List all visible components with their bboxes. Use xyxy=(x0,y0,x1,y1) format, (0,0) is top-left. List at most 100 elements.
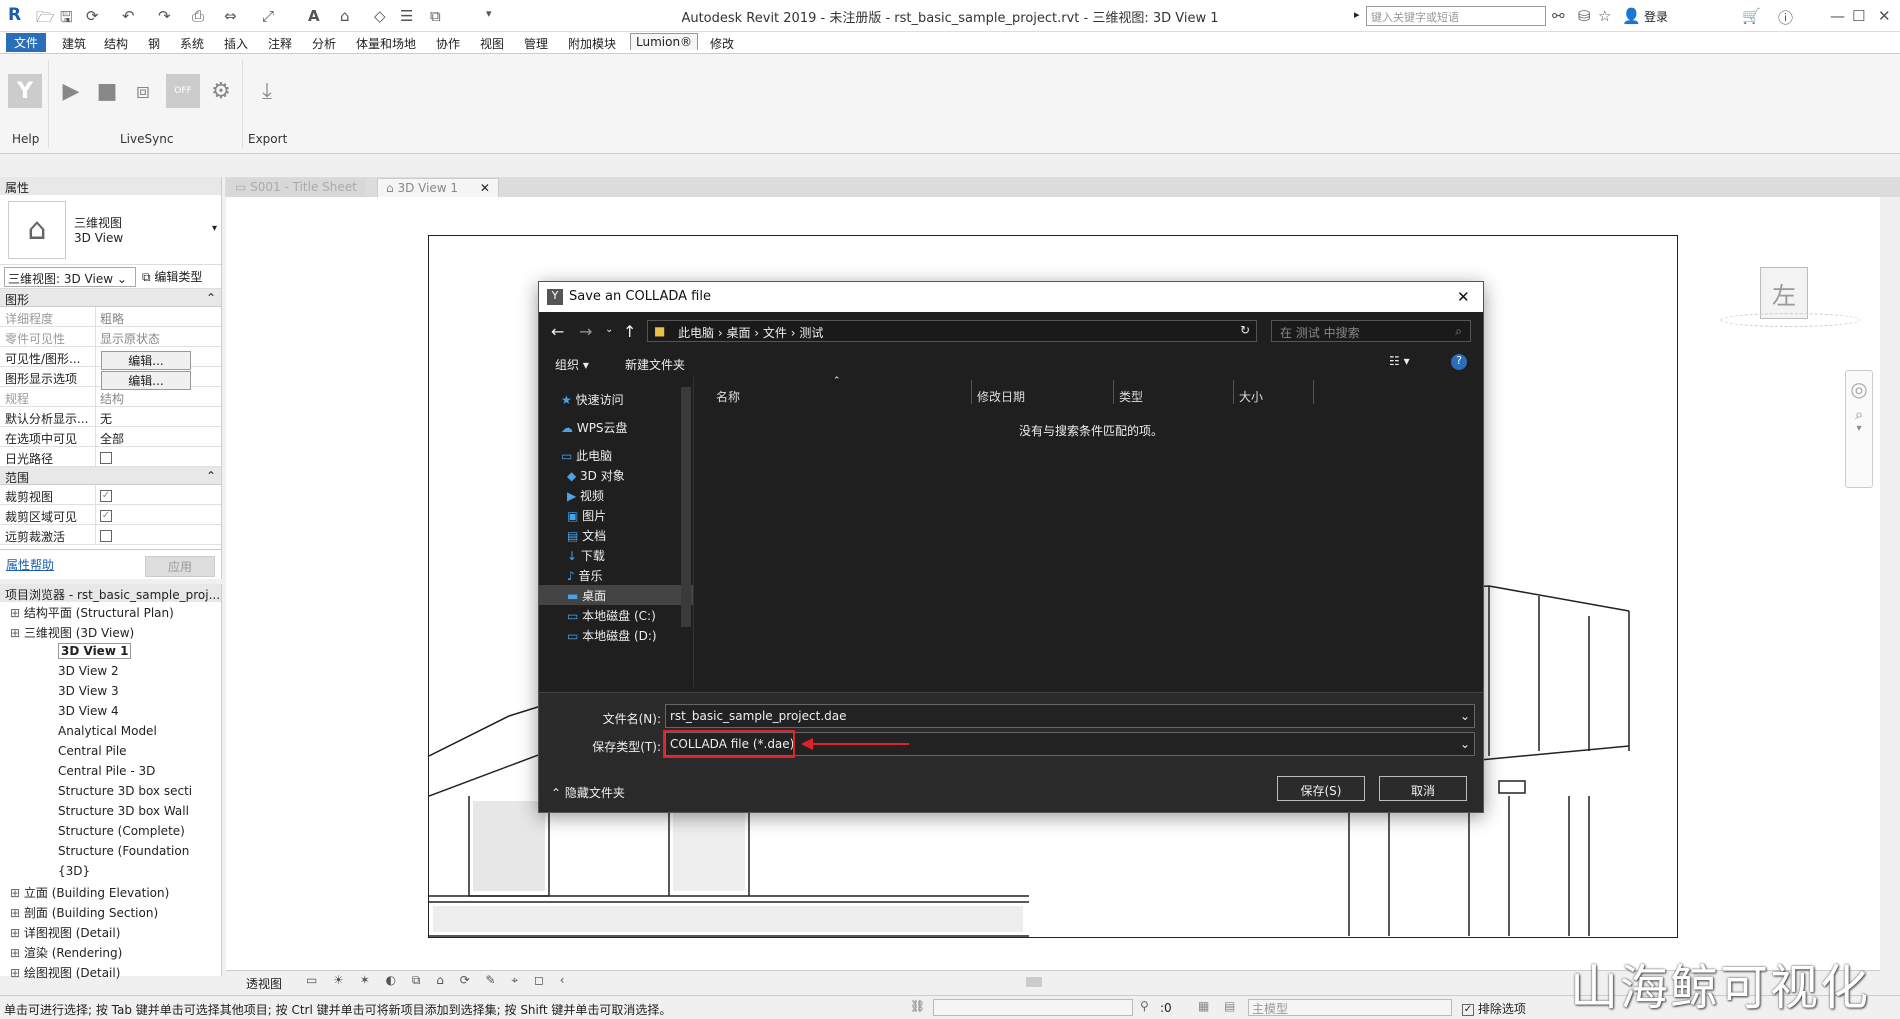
tab-steel[interactable]: 钢 xyxy=(148,35,160,52)
view-mode-label[interactable]: 透视图 xyxy=(246,975,282,992)
favorites-star-icon[interactable]: ☆ xyxy=(1598,7,1611,25)
view-cube[interactable]: 左 xyxy=(1720,265,1860,327)
expand-icon[interactable]: ⊞ xyxy=(10,966,24,980)
property-row[interactable]: 图形显示选项 编辑... xyxy=(0,367,221,390)
tree-node[interactable]: Central Pile xyxy=(4,742,221,762)
cancel-button[interactable]: 取消 xyxy=(1379,776,1467,801)
tree-node[interactable]: Analytical Model xyxy=(4,722,221,742)
crumb-this-pc[interactable]: 此电脑 xyxy=(678,326,714,340)
tab-lumion[interactable]: Lumion® xyxy=(630,33,699,50)
chevron-down-icon[interactable]: ⌄ xyxy=(1460,737,1470,751)
apply-button[interactable]: 应用 xyxy=(144,556,215,577)
tree-node[interactable]: 3D View 1 xyxy=(4,642,221,662)
property-checkbox[interactable]: ✓ xyxy=(96,485,221,504)
nav-item[interactable]: ☁ WPS云盘 xyxy=(539,417,693,437)
steering-wheel-icon[interactable]: ◎ xyxy=(1846,377,1872,401)
nav-item[interactable]: ▣ 图片 xyxy=(539,505,693,525)
checkbox-checked[interactable]: ✓ xyxy=(1462,1003,1474,1016)
tree-node[interactable]: ⊞ 结构平面 (Structural Plan) xyxy=(4,602,221,622)
design-option-icon[interactable]: ▦ xyxy=(1198,999,1209,1013)
settings-gear-icon[interactable]: ⚙ xyxy=(204,74,238,108)
column-modified[interactable]: 修改日期 xyxy=(977,388,1025,405)
workset-icon[interactable]: ⛓ xyxy=(910,999,925,1013)
expand-icon[interactable]: ⊞ xyxy=(10,906,24,920)
collapse-icon[interactable]: ⌃ xyxy=(206,291,216,305)
nav-item[interactable]: ◆ 3D 对象 xyxy=(539,465,693,485)
instance-selector[interactable]: 三维视图: 3D View ⌄ xyxy=(4,266,136,287)
property-row[interactable]: 零件可见性 显示原状态 xyxy=(0,327,221,347)
tree-node[interactable]: ⊞ 渲染 (Rendering) xyxy=(4,942,221,962)
close-tab-icon[interactable]: ✕ xyxy=(480,181,490,195)
tree-node[interactable]: 3D View 2 xyxy=(4,662,221,682)
tab-title-sheet[interactable]: ▭ S001 - Title Sheet xyxy=(227,178,365,197)
workset-selector[interactable] xyxy=(933,999,1133,1016)
tab-file[interactable]: 文件 xyxy=(6,33,47,52)
crumb-files[interactable]: 文件 xyxy=(763,326,787,340)
close-dialog-icon[interactable]: ✕ xyxy=(1457,288,1470,306)
nav-item[interactable]: ▭ 本地磁盘 (D:) xyxy=(539,625,693,645)
tree-node[interactable]: 3D View 4 xyxy=(4,702,221,722)
crumb-desktop[interactable]: 桌面 xyxy=(726,326,750,340)
tree-node[interactable]: ⊞ 详图视图 (Detail) xyxy=(4,922,221,942)
tab-structure[interactable]: 结构 xyxy=(104,35,128,52)
nav-item[interactable]: ▶ 视频 xyxy=(539,485,693,505)
type-selector[interactable]: ⌂ 三维视图 3D View ▾ xyxy=(0,195,221,265)
stop-icon[interactable]: ■ xyxy=(90,74,124,108)
view-cube-compass[interactable] xyxy=(1720,313,1860,327)
nav-item[interactable]: ★ 快速访问 xyxy=(539,389,693,409)
tab-annotate[interactable]: 注释 xyxy=(268,35,292,52)
tab-modify[interactable]: 修改 xyxy=(710,35,734,52)
tree-node[interactable]: Structure (Foundation xyxy=(4,842,221,862)
property-row[interactable]: 日光路径 xyxy=(0,447,221,467)
tree-node[interactable]: ⊞ 三维视图 (3D View) xyxy=(4,622,221,642)
editing-request-icon[interactable]: ▤ xyxy=(1224,999,1235,1013)
tab-manage[interactable]: 管理 xyxy=(524,35,548,52)
tree-node[interactable]: 3D View 3 xyxy=(4,682,221,702)
zoom-icon[interactable]: ⌕ xyxy=(1846,407,1872,423)
tab-analyze[interactable]: 分析 xyxy=(312,35,336,52)
view-cube-face[interactable]: 左 xyxy=(1760,267,1808,319)
maximize-icon[interactable]: ☐ xyxy=(1852,7,1865,25)
horizontal-scrollbar[interactable] xyxy=(1026,977,1042,987)
property-checkbox[interactable]: ✓ xyxy=(96,505,221,524)
refresh-icon[interactable]: ↻ xyxy=(1240,323,1250,337)
crumb-test[interactable]: 测试 xyxy=(799,326,823,340)
login-link[interactable]: 登录 xyxy=(1644,8,1668,25)
checkbox[interactable] xyxy=(100,451,112,464)
nav-item[interactable]: ♪ 音乐 xyxy=(539,565,693,585)
expand-icon[interactable]: ⊞ xyxy=(10,926,24,940)
chevron-right-icon[interactable]: ▸ xyxy=(1354,8,1360,21)
expand-icon[interactable]: ⊞ xyxy=(10,606,24,620)
exclude-options-checkbox[interactable]: ✓ 排除选项 xyxy=(1462,1000,1526,1017)
section-graphics[interactable]: 图形 ⌃ xyxy=(0,289,221,307)
tree-node[interactable]: Structure 3D box secti xyxy=(4,782,221,802)
export-icon[interactable]: ⤓ xyxy=(250,74,284,108)
checkbox[interactable] xyxy=(100,529,112,542)
back-icon[interactable]: ← xyxy=(551,322,564,341)
tab-collaborate[interactable]: 协作 xyxy=(436,35,460,52)
help-circle-icon[interactable]: ? xyxy=(1451,354,1467,370)
forward-icon[interactable]: → xyxy=(579,322,592,341)
checkbox[interactable]: ✓ xyxy=(100,489,112,502)
property-value[interactable]: 编辑... xyxy=(96,347,221,370)
tab-massing-site[interactable]: 体量和场地 xyxy=(356,35,416,52)
expand-icon[interactable]: ⊞ xyxy=(10,946,24,960)
nav-scrollbar[interactable] xyxy=(681,387,691,627)
extent-row[interactable]: 裁剪区域可见 ✓ xyxy=(0,505,221,525)
nav-item[interactable]: ▤ 文档 xyxy=(539,525,693,545)
tree-node[interactable]: ⊞ 绘图视图 (Detail) xyxy=(4,962,221,982)
property-checkbox[interactable] xyxy=(96,525,221,544)
column-size[interactable]: 大小 xyxy=(1239,388,1263,405)
section-extents[interactable]: 范围 ⌃ xyxy=(0,467,221,485)
new-folder-button[interactable]: 新建文件夹 xyxy=(625,356,685,373)
collapse-icon[interactable]: ⌃ xyxy=(206,469,216,483)
tree-node[interactable]: {3D} xyxy=(4,862,221,882)
minimize-icon[interactable]: — xyxy=(1830,7,1845,25)
property-row[interactable]: 规程 结构 xyxy=(0,387,221,407)
filename-input[interactable]: rst_basic_sample_project.dae ⌄ xyxy=(665,704,1475,728)
up-icon[interactable]: ↑ xyxy=(623,322,636,341)
tree-node[interactable]: Structure (Complete) xyxy=(4,822,221,842)
property-row[interactable]: 详细程度 粗略 xyxy=(0,307,221,327)
expand-icon[interactable]: ⊞ xyxy=(10,626,24,640)
off-toggle-icon[interactable]: OFF xyxy=(166,74,200,108)
